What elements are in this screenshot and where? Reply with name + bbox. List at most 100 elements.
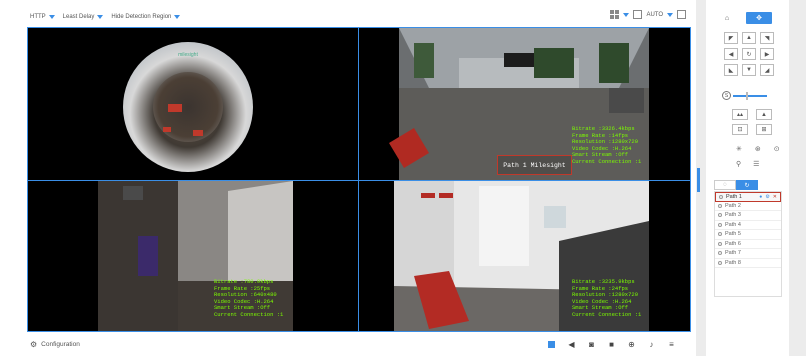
detection-label: Hide Detection Region	[111, 14, 172, 20]
aspect-icon[interactable]	[633, 10, 643, 19]
chevron-down-icon	[97, 15, 104, 19]
list-item[interactable]: Path 1 ● ⚙ ✕	[715, 192, 781, 202]
protocol-select[interactable]: HTTP	[30, 14, 55, 20]
list-item[interactable]: Path 8	[715, 259, 781, 268]
cell2-osd: Bitrate :3326.4kbps Frame Rate :14fps Re…	[572, 125, 642, 165]
light-icon[interactable]: ✳	[736, 145, 742, 153]
path-status-icon	[718, 222, 722, 227]
layout-controls: AUTO	[610, 10, 686, 19]
list-item[interactable]: Path 5	[715, 230, 781, 240]
video-cell-fisheye[interactable]: milesight	[28, 28, 358, 180]
pan-up-button[interactable]: ▲	[742, 32, 756, 44]
chevron-down-icon	[48, 15, 55, 19]
path-status-icon	[718, 203, 722, 208]
delete-icon[interactable]: ✕	[773, 194, 777, 200]
info-icon[interactable]: ⊙	[774, 145, 780, 153]
auto-pan-button[interactable]: ↻	[742, 48, 756, 60]
path-label: Path 3	[725, 212, 741, 219]
chevron-down-icon[interactable]	[667, 12, 673, 17]
speed-slider[interactable]	[733, 91, 767, 100]
zoom-out-button[interactable]: ▴▴	[732, 109, 748, 120]
bottom-bar: ⚙ Configuration ◀ ◙ ■ ⊕ ♪ ≡	[0, 334, 696, 356]
path-status-icon	[718, 213, 722, 218]
path-icon: ↻	[744, 182, 750, 189]
pan-down-button[interactable]: ▼	[742, 64, 756, 76]
snapshot-icon[interactable]: ◙	[587, 340, 596, 349]
video-grid: milesight Bitrate :3326.4kbps Frame Rate…	[27, 27, 691, 332]
configuration-link[interactable]: ⚙ Configuration	[30, 340, 80, 349]
delay-label: Least Delay	[62, 14, 95, 20]
pan-right-button[interactable]: ▶	[760, 48, 774, 60]
wiper-icon[interactable]: ⊛	[755, 145, 761, 153]
list-item[interactable]: Path 7	[715, 249, 781, 259]
path-tabs: ◌ ↻	[714, 180, 758, 190]
path-label: Path 2	[725, 202, 741, 209]
zoom-in-button[interactable]: ▲	[756, 109, 772, 120]
gear-icon: ⚙	[30, 340, 38, 349]
audio-icon[interactable]: ◀	[567, 340, 576, 349]
path-label: Path 5	[725, 231, 741, 238]
zoom-icon[interactable]: ⊕	[627, 340, 636, 349]
focus-buttons: ⊡ ⊞	[732, 124, 772, 135]
settings-icon[interactable]: ⚙	[765, 194, 769, 200]
aspect-label[interactable]: AUTO	[646, 12, 663, 18]
location-icon[interactable]: ⚲	[736, 160, 741, 168]
ptz-icon: ✥	[756, 15, 762, 22]
fullscreen-icon[interactable]	[677, 10, 686, 19]
path-status-icon	[718, 260, 722, 265]
home-icon: ⌂	[724, 14, 730, 22]
focus-near-button[interactable]: ⊡	[732, 124, 748, 135]
detection-select[interactable]: Hide Detection Region	[111, 14, 181, 20]
video-cell-lobby[interactable]: Bitrate :3326.4kbps Frame Rate :14fps Re…	[359, 28, 690, 180]
path-actions: ● ⚙ ✕	[759, 194, 777, 200]
panel-collapse-handle[interactable]	[697, 168, 700, 192]
path-label: Path 7	[725, 250, 741, 257]
path-label: Path 6	[725, 240, 741, 247]
path-status-icon	[718, 251, 722, 256]
path-overlay-label: Path 1 Milesight	[497, 155, 572, 175]
settings-icon[interactable]: ≡	[667, 340, 676, 349]
speed-slider-row: S	[722, 91, 767, 100]
path-label: Path 1	[726, 193, 742, 200]
chevron-down-icon	[174, 15, 181, 19]
list-item[interactable]: Path 2	[715, 202, 781, 211]
chevron-down-icon[interactable]	[623, 12, 630, 17]
pan-up-left-button[interactable]: ◤	[724, 32, 738, 44]
bottom-toolbar: ◀ ◙ ■ ⊕ ♪ ≡	[547, 340, 676, 349]
path-status-icon	[718, 241, 722, 246]
path-label: Path 4	[725, 221, 741, 228]
video-cell-office[interactable]: Bitrate :3235.9kbps Frame Rate :24fps Re…	[359, 181, 690, 331]
menu-icon[interactable]: ☰	[753, 160, 759, 168]
stop-icon[interactable]	[547, 340, 556, 349]
tab-preset[interactable]: ◌	[714, 180, 736, 190]
path-status-icon	[719, 194, 723, 199]
tab-home[interactable]: ⌂	[714, 12, 740, 24]
path-status-icon	[718, 232, 722, 237]
pan-left-button[interactable]: ◀	[724, 48, 738, 60]
aux-icons-row1: ✳ ⊛ ⊙	[736, 145, 780, 153]
pan-down-left-button[interactable]: ◣	[724, 64, 738, 76]
list-item[interactable]: Path 6	[715, 240, 781, 249]
list-item[interactable]: Path 3	[715, 211, 781, 221]
pan-up-right-button[interactable]: ◥	[760, 32, 774, 44]
protocol-label: HTTP	[30, 14, 46, 20]
tab-path[interactable]: ↻	[736, 180, 758, 190]
play-icon[interactable]: ●	[759, 194, 762, 200]
layout-grid-icon[interactable]	[610, 10, 620, 19]
list-item[interactable]: Path 4	[715, 221, 781, 230]
tab-ptz[interactable]: ✥	[746, 12, 772, 24]
delay-select[interactable]: Least Delay	[63, 14, 104, 20]
speed-icon: S	[722, 91, 731, 100]
fisheye-logo: milesight	[178, 52, 198, 58]
configuration-label: Configuration	[41, 341, 80, 348]
video-cell-corridor[interactable]: Bitrate :780.9kbps Frame Rate :25fps Res…	[28, 181, 358, 331]
pan-down-right-button[interactable]: ◢	[760, 64, 774, 76]
panel-tabs: ⌂ ✥	[714, 12, 772, 24]
ptz-direction-pad: ◤ ▲ ◥ ◀ ↻ ▶ ◣ ▼ ◢	[724, 32, 774, 76]
record-icon[interactable]: ■	[607, 340, 616, 349]
cell4-osd: Bitrate :3235.9kbps Frame Rate :24fps Re…	[572, 278, 642, 318]
path-list: Path 1 ● ⚙ ✕ Path 2 Path 3 Path 4 Path 5…	[714, 191, 782, 297]
microphone-icon[interactable]: ♪	[647, 340, 656, 349]
path-label: Path 8	[725, 259, 741, 266]
focus-far-button[interactable]: ⊞	[756, 124, 772, 135]
